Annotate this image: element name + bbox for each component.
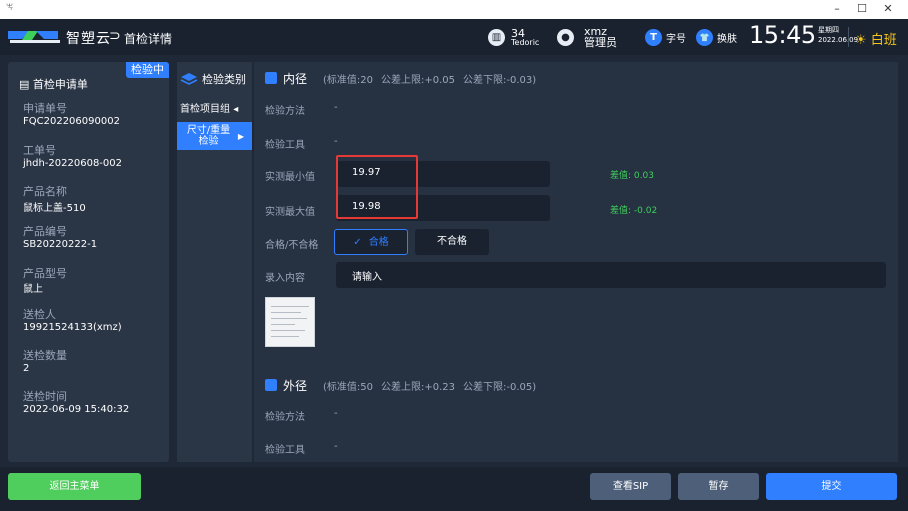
request-panel: ▤ 首检申请单 检验中 申请单号 FQC202206090002 工单号 jhd… [8,62,169,462]
min-diff: 差值: 0.03 [610,171,654,181]
attachment-thumbnail[interactable] [265,297,315,347]
field-label: 送检人 [23,308,56,321]
method-label: 检验方法 [265,412,305,423]
back-arrow-icon[interactable]: ⊃ [109,28,121,44]
weekday: 星期四 [818,26,839,34]
clock-date-block: 星期四 2022.06.09 [818,26,858,46]
layers-icon [180,73,198,85]
section-header-outer-diameter: 外径 (标准值:50 公差上限:+0.23 公差下限:-0.05) [265,377,544,394]
user-indicator[interactable]: ● xmz 管理员 [557,19,617,55]
font-size-icon: T [645,28,662,46]
field-value: jhdh-20220608-002 [23,158,123,169]
calendar-icon: ▥ [488,28,505,46]
minimize-button[interactable]: – [826,2,848,17]
field-value: 2022-06-09 15:40:32 [23,404,130,415]
field-label: 送检时间 [23,390,67,403]
spec-standard: (标准值:20 [323,75,374,86]
submit-button[interactable]: 提交 [766,473,897,500]
view-sip-button[interactable]: 查看SIP [590,473,671,500]
field-value: 2 [23,363,30,374]
document-icon: ▤ [19,78,30,91]
save-draft-button[interactable]: 暂存 [678,473,759,500]
machine-count: 34 [511,26,525,40]
cube-icon [265,379,277,391]
sun-icon: ☀ [855,33,867,48]
field-label: 产品名称 [23,185,67,198]
tool-label: 检验工具 [265,140,305,151]
top-bar: 智塑云 ⊃ 首检详情 ▥ 34 Tedoric ● xmz 管理员 T 字号 👕… [0,19,908,55]
user-role: 管理员 [584,36,617,49]
caret-right-icon: ▶ [237,132,244,141]
shirt-icon: 👕 [696,28,713,46]
date: 2022.06.09 [818,35,859,44]
tool-value: - [334,441,338,452]
tool-value: - [334,136,338,147]
panel-title: ▤ 首检申请单 [19,78,88,91]
user-icon: ● [557,28,574,46]
tool-label: 检验工具 [265,445,305,456]
entry-label: 录入内容 [265,273,305,284]
spec-upper: 公差上限:+0.23 [381,382,456,393]
category-column: 检验类别 首检项目组 ◂ 尺寸/重量 检验 ▶ [177,62,252,462]
field-value: SB20220222-1 [23,239,98,250]
category-header: 检验类别 [180,71,246,87]
method-value: - [334,102,338,113]
fail-button[interactable]: 不合格 [415,229,489,255]
logo-icon [8,31,60,43]
logo-text: 智塑云 [66,31,111,47]
field-label: 工单号 [23,144,56,157]
highlight-frame [336,155,418,219]
result-label: 合格/不合格 [265,240,319,251]
spec-lower: 公差下限:-0.05) [463,382,537,393]
check-icon: ✓ [353,237,362,248]
category-group[interactable]: 首检项目组 ◂ [180,100,238,115]
max-value-label: 实测最大值 [265,207,315,218]
inspection-panel: 内径 (标准值:20 公差上限:+0.05 公差下限:-0.03) 检验方法 -… [254,62,898,462]
machine-name: Tedoric [511,37,540,47]
window-titlebar: ꖕ – ☐ ✕ [0,0,908,19]
bottom-bar: 返回主菜单 查看SIP 暂存 提交 [0,467,908,511]
field-value: FQC202206090002 [23,116,120,127]
min-value-label: 实测最小值 [265,172,315,183]
clock-time: 15:45 [749,21,816,49]
machine-indicator[interactable]: ▥ 34 Tedoric [488,19,539,55]
spec-standard: (标准值:50 [323,382,374,393]
back-to-menu-button[interactable]: 返回主菜单 [8,473,141,500]
field-label: 送检数量 [23,349,67,362]
field-label: 产品编号 [23,225,67,238]
max-diff: 差值: -0.02 [610,206,658,216]
page-title: 首检详情 [124,32,173,46]
shift-label: 白班 [870,33,897,48]
section-header-inner-diameter: 内径 (标准值:20 公差上限:+0.05 公差下限:-0.03) [265,70,544,87]
close-button[interactable]: ✕ [877,2,899,17]
shift-indicator[interactable]: ☀ 白班 [855,29,897,48]
spec-lower: 公差下限:-0.03) [463,75,537,86]
spec-upper: 公差上限:+0.05 [381,75,456,86]
divider [848,27,849,47]
field-value: 鼠标上盖-510 [23,203,86,214]
category-item-size-weight[interactable]: 尺寸/重量 检验 ▶ [177,122,252,150]
theme-button[interactable]: 👕 换肤 [696,19,737,55]
field-label: 申请单号 [23,102,67,115]
cube-icon [265,72,277,84]
section-title: 外径 [283,379,308,393]
status-badge: 检验中 [126,62,169,78]
maximize-button[interactable]: ☐ [851,2,873,17]
section-title: 内径 [283,72,308,86]
field-value: 鼠上 [23,284,43,295]
method-value: - [334,408,338,419]
app-icon: ꖕ [6,3,14,13]
method-label: 检验方法 [265,106,305,117]
field-value: 19921524133(xmz) [23,322,122,333]
entry-input[interactable]: 请输入 [336,262,886,288]
font-size-label: 字号 [666,33,686,45]
field-label: 产品型号 [23,267,67,280]
theme-label: 换肤 [717,33,737,45]
pass-button[interactable]: ✓ 合格 [334,229,408,255]
caret-left-icon: ◂ [233,104,239,115]
font-size-button[interactable]: T 字号 [645,19,686,55]
